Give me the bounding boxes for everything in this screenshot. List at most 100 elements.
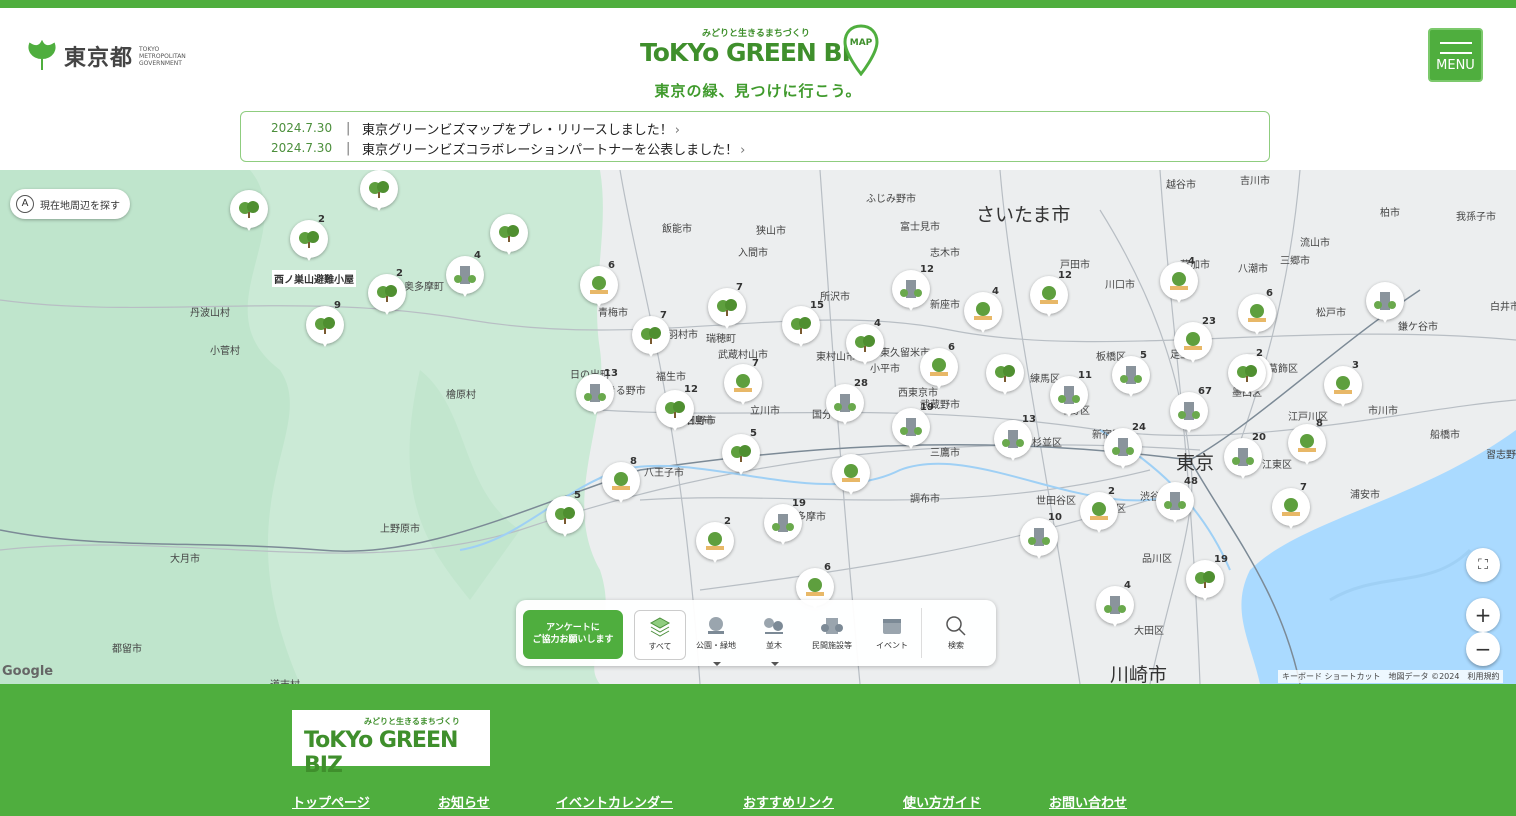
locate-nearby-button[interactable]: A 現在地周辺を探す — [10, 189, 130, 219]
map-place-label: 福生市 — [656, 372, 686, 383]
map-marker[interactable]: 4 — [1160, 256, 1200, 306]
map-marker[interactable]: 67 — [1170, 386, 1212, 436]
zoom-in-button[interactable]: + — [1466, 598, 1500, 632]
calendar-icon — [883, 619, 901, 634]
map-marker[interactable]: 5 — [546, 490, 586, 540]
poi-label[interactable]: 酉ノ巣山避難小屋 — [272, 270, 356, 287]
marker-count: 8 — [1316, 418, 1323, 429]
map-marker[interactable]: 13 — [994, 414, 1036, 464]
map-marker[interactable]: 24 — [1104, 422, 1146, 472]
map-place-label: 武蔵村山市 — [718, 350, 768, 361]
map-marker[interactable]: 7 — [724, 358, 764, 408]
map-marker[interactable]: 2 — [696, 516, 736, 566]
footer-link-news[interactable]: お知らせ — [438, 792, 490, 811]
filter-all-button[interactable]: すべて — [634, 610, 686, 660]
map-attribution[interactable]: キーボード ショートカット 地図データ ©2024 利用規約 — [1278, 670, 1504, 683]
survey-button[interactable]: アンケートに ご協力お願いします — [523, 610, 623, 659]
filter-tree-row-button[interactable]: 並木 — [748, 610, 800, 666]
marker-count: 15 — [810, 300, 824, 311]
map-marker[interactable]: 9 — [306, 300, 346, 350]
map-marker[interactable]: 10 — [1020, 512, 1062, 562]
map-marker[interactable] — [360, 170, 400, 214]
map-marker[interactable]: 19 — [1186, 554, 1228, 604]
news-item[interactable]: 2024.7.30 | 東京グリーンビズコラボレーションパートナーを公表しました… — [271, 138, 1269, 158]
news-item[interactable]: 2024.7.30 | 東京グリーンビズマップをプレ・リリースしました！ — [271, 118, 1269, 138]
map-marker[interactable]: 6 — [580, 260, 620, 310]
map-marker[interactable]: 19 — [892, 402, 934, 452]
map-marker[interactable]: 2 — [290, 214, 330, 264]
map-marker[interactable]: 7 — [708, 282, 748, 332]
tree-icon — [555, 507, 575, 524]
map-marker[interactable]: 12 — [1030, 270, 1072, 320]
map-marker[interactable]: 20 — [1224, 432, 1266, 482]
map-marker[interactable]: 28 — [826, 378, 868, 428]
footer-brand-subtitle: みどりと生きるまちづくり — [364, 717, 460, 726]
map-marker[interactable]: 13 — [576, 368, 618, 418]
map-marker[interactable]: 23 — [1174, 316, 1216, 366]
marker-count: 23 — [1202, 316, 1216, 327]
footer-link-guide[interactable]: 使い方ガイド — [903, 792, 981, 811]
map-marker[interactable]: 3 — [1324, 360, 1364, 410]
marker-count: 2 — [1108, 486, 1115, 497]
menu-button[interactable]: MENU — [1428, 28, 1483, 82]
map-marker[interactable]: 19 — [764, 498, 806, 548]
map-place-label: 戸田市 — [1060, 260, 1090, 271]
map-marker[interactable]: 12 — [656, 384, 698, 434]
tree-icon — [641, 327, 661, 344]
map-marker[interactable]: 4 — [846, 318, 886, 368]
site-footer: みどりと生きるまちづくり ToKYo GREEN BIZ トップページ お知らせ… — [0, 684, 1516, 816]
filter-event-button[interactable]: イベント — [866, 610, 918, 660]
map-marker[interactable]: 2 — [1080, 486, 1120, 536]
gov-name: 東京都 — [64, 46, 134, 71]
map-marker[interactable]: 6 — [920, 342, 960, 392]
map-marker[interactable]: 2 — [1228, 348, 1268, 398]
marker-count: 5 — [574, 490, 581, 501]
marker-count: 6 — [1266, 288, 1273, 299]
marker-count: 4 — [1124, 580, 1131, 591]
filter-park-button[interactable]: 公園・緑地 — [690, 610, 742, 666]
map-marker[interactable] — [490, 214, 530, 258]
building-icon — [584, 384, 606, 402]
map-marker[interactable] — [1366, 282, 1406, 326]
map-marker[interactable]: 8 — [602, 456, 642, 506]
filter-private-button[interactable]: 民間施設等 — [806, 610, 858, 660]
map-marker[interactable]: 2 — [368, 268, 408, 318]
map-marker[interactable]: 11 — [1050, 370, 1092, 420]
building-icon — [1374, 292, 1396, 310]
map-marker[interactable]: 4 — [1096, 580, 1136, 630]
tree-icon — [499, 225, 519, 242]
news-link[interactable]: 東京グリーンビズマップをプレ・リリースしました！ — [362, 119, 680, 138]
map-marker[interactable]: 7 — [632, 310, 672, 360]
map-place-label: 川口市 — [1105, 280, 1135, 291]
map-marker[interactable]: 48 — [1156, 476, 1198, 526]
footer-link-events[interactable]: イベントカレンダー — [556, 792, 673, 811]
map-marker[interactable]: 8 — [1288, 418, 1328, 468]
footer-link-contact[interactable]: お問い合わせ — [1049, 792, 1127, 811]
map-place-label: 檜原村 — [446, 390, 476, 401]
footer-link-links[interactable]: おすすめリンク — [743, 792, 834, 811]
menu-label: MENU — [1436, 58, 1475, 73]
map-marker[interactable]: 15 — [782, 300, 824, 350]
tree-icon — [377, 285, 397, 302]
map-marker[interactable]: 5 — [722, 428, 762, 478]
map-marker[interactable]: 7 — [1272, 482, 1312, 532]
search-button[interactable]: 検索 — [930, 610, 982, 660]
park-icon — [1282, 498, 1300, 516]
map-marker[interactable] — [832, 454, 872, 498]
map-view[interactable]: A 現在地周辺を探す さいたま市 越谷市 吉川市 柏市 我孫子市 ふじみ野市 富士見市 志木市… — [0, 170, 1516, 684]
tokyo-government-logo[interactable]: 東京都 TOKYO METROPOLITAN GOVERNMENT — [26, 40, 199, 72]
news-link[interactable]: 東京グリーンビズコラボレーションパートナーを公表しました！ — [362, 139, 745, 158]
fullscreen-button[interactable]: ⛶ — [1466, 548, 1500, 582]
map-marker[interactable]: 12 — [892, 264, 934, 314]
map-marker[interactable] — [230, 190, 270, 234]
map-marker[interactable]: 5 — [1112, 350, 1152, 400]
filter-label: 公園・緑地 — [696, 641, 736, 650]
map-marker[interactable]: 6 — [1238, 288, 1278, 338]
zoom-out-button[interactable]: − — [1466, 632, 1500, 666]
footer-link-top[interactable]: トップページ — [292, 792, 370, 811]
tree-icon — [791, 317, 811, 334]
footer-brand-logo[interactable]: みどりと生きるまちづくり ToKYo GREEN BIZ — [292, 710, 490, 778]
map-marker[interactable]: 4 — [446, 250, 486, 300]
map-marker[interactable] — [986, 354, 1026, 398]
map-marker[interactable]: 4 — [964, 286, 1004, 336]
